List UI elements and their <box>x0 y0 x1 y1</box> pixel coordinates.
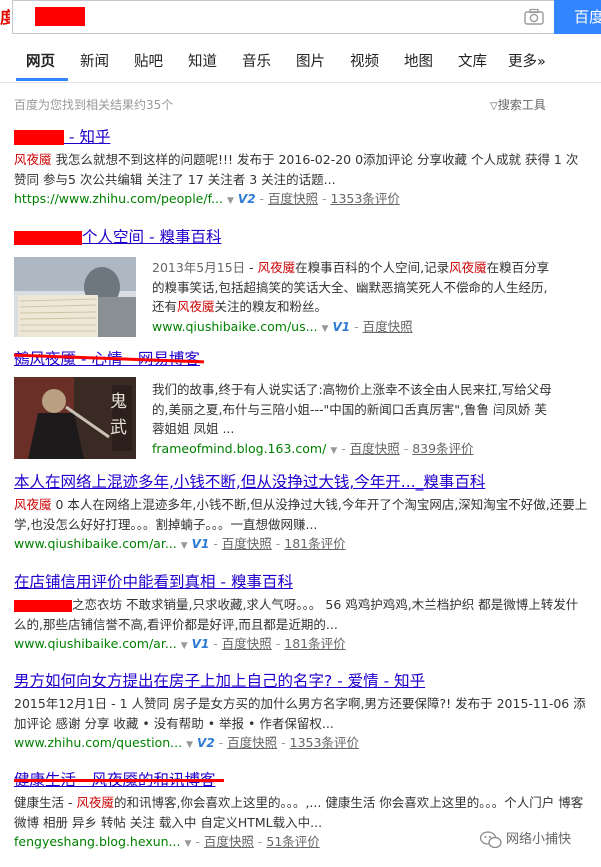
baidu-logo[interactable]: 度 <box>0 8 10 28</box>
result-body: 我们的故事,终于有人说实话了:高物价上涨幸不该全由人民来扛,写给父母的,美丽之夏… <box>152 377 552 461</box>
cache-link[interactable]: 百度快照 <box>227 735 277 750</box>
result-abstract: 2013年5月15日 - 风夜魇在糗事百科的个人空间,记录风夜魇在糗百分享的糗事… <box>152 260 550 314</box>
cache-link[interactable]: 百度快照 <box>363 319 413 334</box>
result-body: 2013年5月15日 - 风夜魇在糗事百科的个人空间,记录风夜魇在糗百分享的糗事… <box>152 255 552 339</box>
result-abstract: 风夜魇 我怎么就想不到这样的问题呢!!! 发布于 2016-02-20 0添加评… <box>14 152 579 187</box>
vertical-tabs: 网页 新闻 贴吧 知道 音乐 图片 视频 地图 文库 更多» <box>0 36 601 83</box>
reviews-link[interactable]: 839条评价 <box>412 441 473 456</box>
chevron-down-icon[interactable]: ▼ <box>186 740 193 750</box>
tab-video[interactable]: 视频 <box>350 50 379 71</box>
funnel-icon: ▽ <box>490 101 498 112</box>
chevron-down-icon[interactable]: ▼ <box>227 196 234 206</box>
tab-news[interactable]: 新闻 <box>80 50 109 71</box>
tab-more[interactable]: 更多» <box>508 50 546 71</box>
cache-link[interactable]: 百度快照 <box>350 441 400 456</box>
result-abstract: 风夜魇 0 本人在网络上混迹多年,小钱不断,但从没挣过大钱,今年开了个淘宝网店,… <box>14 497 588 532</box>
cache-link[interactable]: 百度快照 <box>222 536 272 551</box>
result-url[interactable]: www.qiushibaike.com/ar... <box>14 636 177 651</box>
search-result: 男方如何向女方提出在房子上加上自己的名字? - 爱情 - 知乎 2015年12月… <box>14 671 589 755</box>
redacted-text <box>14 130 64 145</box>
result-url[interactable]: fengyeshang.blog.hexun... <box>14 834 180 849</box>
result-abstract: 我们的故事,终于有人说实话了:高物价上涨幸不该全由人民来扛,写给父母的,美丽之夏… <box>152 382 552 436</box>
wechat-icon <box>480 830 502 848</box>
camera-icon[interactable] <box>524 8 544 26</box>
result-title-link[interactable]: 在店铺信用评价中能看到真相 - 糗事百科 <box>14 572 589 592</box>
result-url[interactable]: www.qiushibaike.com/ar... <box>14 536 177 551</box>
search-header: 度 百度一下 <box>0 0 601 36</box>
redaction-strike <box>14 779 224 782</box>
reviews-link[interactable]: 1353条评价 <box>290 735 359 750</box>
reviews-link[interactable]: 181条评价 <box>284 636 345 651</box>
result-url-line: www.zhihu.com/question... ▼ V2- 百度快照 - 135… <box>14 735 359 750</box>
tab-wenku[interactable]: 文库 <box>458 50 487 71</box>
redacted-text <box>14 599 72 612</box>
result-abstract: 健康生活 - 风夜魇的和讯博客,你会喜欢上这里的。。。,... 健康生活 你会喜… <box>14 795 584 830</box>
search-button[interactable]: 百度一下 <box>554 0 601 34</box>
reviews-link[interactable]: 181条评价 <box>284 536 345 551</box>
result-abstract: 2015年12月1日 - 1 人赞同 房子是女方买的加什么男方名字啊,男方还要保… <box>14 696 586 731</box>
reviews-link[interactable]: 1353条评价 <box>331 191 400 206</box>
tab-tieba[interactable]: 贴吧 <box>134 50 163 71</box>
result-url-line: www.qiushibaike.com/ar... ▼ V1- 百度快照 - 181… <box>14 536 346 551</box>
result-url-line: https://www.zhihu.com/people/f... ▼ V2- 百度… <box>14 191 400 206</box>
result-title-link[interactable]: 个人空间 - 糗事百科 <box>14 227 589 247</box>
active-tab-indicator <box>16 78 68 81</box>
tab-web[interactable]: 网页 <box>26 50 55 71</box>
chevron-down-icon[interactable]: ▼ <box>181 641 188 651</box>
reviews-link[interactable]: 51条评价 <box>266 834 319 849</box>
tab-images[interactable]: 图片 <box>296 50 325 71</box>
search-result: 本人在网络上混迹多年,小钱不断,但从没挣过大钱,今年开..._糗事百科 风夜魇 … <box>14 472 589 556</box>
chevron-down-icon[interactable]: ▼ <box>181 541 188 551</box>
verify-badge-icon[interactable]: V1 <box>192 537 210 551</box>
tab-map[interactable]: 地图 <box>404 50 433 71</box>
thumbnail-caption: 鬼武 <box>110 392 127 438</box>
result-url[interactable]: www.zhihu.com/question... <box>14 735 182 750</box>
cache-link[interactable]: 百度快照 <box>222 636 272 651</box>
result-url[interactable]: frameofmind.blog.163.com/ <box>152 441 326 456</box>
result-url-line: www.qiushibaike.com/us... ▼ V1- 百度快照 <box>152 318 413 334</box>
verify-badge-icon[interactable]: V1 <box>192 637 210 651</box>
verify-badge-icon[interactable]: V2 <box>197 736 215 750</box>
search-result: - 知乎 风夜魇 我怎么就想不到这样的问题呢!!! 发布于 2016-02-20… <box>14 127 589 211</box>
chevron-down-icon[interactable]: ▼ <box>330 446 337 456</box>
result-title-link[interactable]: 本人在网络上混迹多年,小钱不断,但从没挣过大钱,今年开..._糗事百科 <box>14 472 589 492</box>
search-tools-label: 搜索工具 <box>497 98 546 112</box>
cache-link[interactable]: 百度快照 <box>268 191 318 206</box>
result-title-link[interactable]: - 知乎 <box>14 127 589 147</box>
result-url[interactable]: www.qiushibaike.com/us... <box>152 319 318 334</box>
result-abstract: 之恋衣坊 不敢求销量,只求收藏,求人气呀。。。 56 鸡鸡护鸡鸡,木兰档护织 都… <box>14 597 579 632</box>
search-result: 鵺风夜魇 - 心情 - 网易博客 鬼武 我们的故事,终于有人说实话了:高物价上涨… <box>14 349 589 459</box>
tab-music[interactable]: 音乐 <box>242 50 271 71</box>
cache-link[interactable]: 百度快照 <box>204 834 254 849</box>
result-count: 百度为您找到相关结果约35个 <box>14 98 174 112</box>
chevron-down-icon[interactable]: ▼ <box>184 839 191 849</box>
tab-zhidao[interactable]: 知道 <box>188 50 217 71</box>
search-input[interactable] <box>12 0 554 34</box>
verify-badge-icon[interactable]: V1 <box>332 320 350 334</box>
redacted-text <box>14 230 82 245</box>
result-url[interactable]: https://www.zhihu.com/people/f... <box>14 191 223 206</box>
result-url-line: www.qiushibaike.com/ar... ▼ V1- 百度快照 - 181… <box>14 636 346 651</box>
result-thumbnail[interactable] <box>14 257 136 337</box>
result-url-line: frameofmind.blog.163.com/▼ - 百度快照 - 839条评… <box>152 440 474 456</box>
verify-badge-icon[interactable]: V2 <box>238 192 256 206</box>
search-result: 个人空间 - 糗事百科 2013年5月15日 - 风夜魇在糗事百科的个人空间,记… <box>14 227 589 337</box>
redacted-search-query <box>35 7 85 26</box>
search-result: 在店铺信用评价中能看到真相 - 糗事百科 之恋衣坊 不敢求销量,只求收藏,求人气… <box>14 572 589 656</box>
wechat-watermark: 网络小捕快 <box>480 828 571 849</box>
search-tools-button[interactable]: ▽搜索工具 <box>490 96 546 113</box>
chevron-down-icon[interactable]: ▼ <box>322 324 329 334</box>
result-title-link[interactable]: 男方如何向女方提出在房子上加上自己的名字? - 爱情 - 知乎 <box>14 671 589 691</box>
